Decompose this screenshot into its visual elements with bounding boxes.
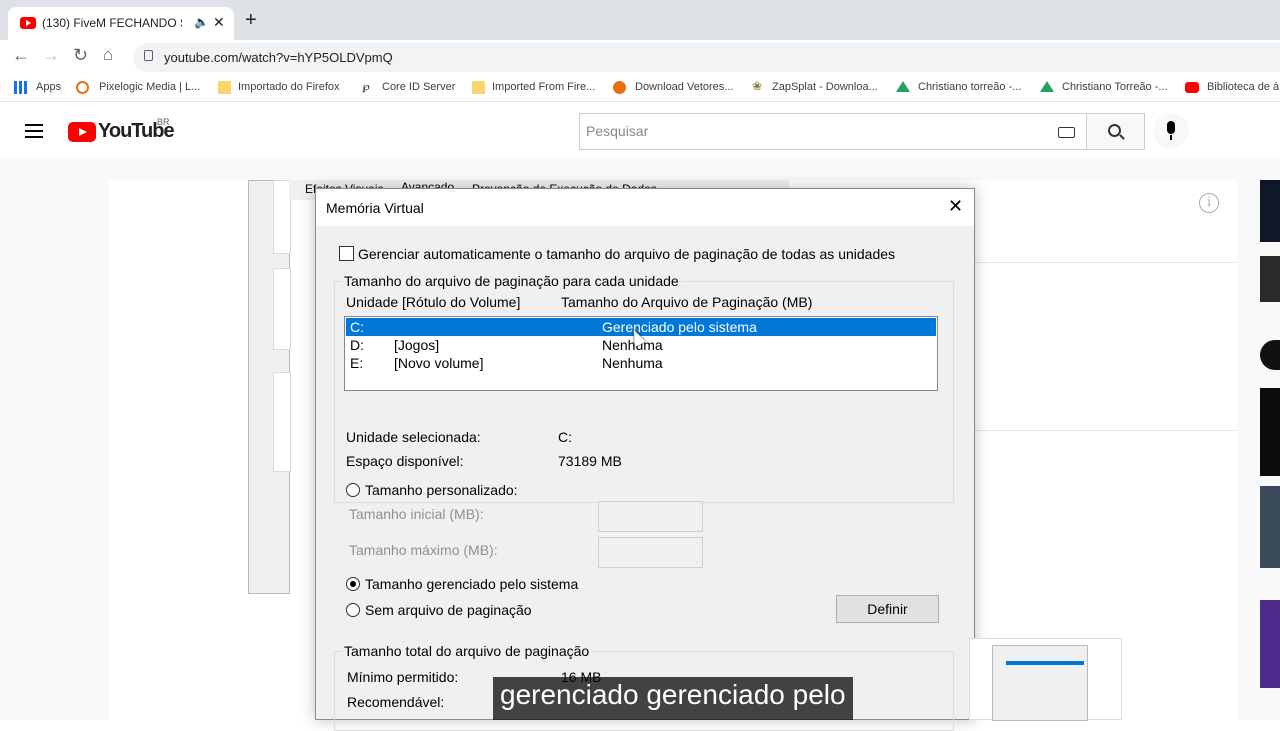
voice-search-button[interactable] — [1153, 113, 1189, 149]
tab-close-icon[interactable]: ✕ — [213, 14, 225, 31]
zapsplat-icon: ❀ — [752, 79, 763, 93]
group-title: Tamanho do arquivo de paginação para cad… — [342, 273, 681, 289]
column-header-size: Tamanho do Arquivo de Paginação (MB) — [561, 294, 813, 310]
folder-icon — [472, 81, 485, 94]
recommended-thumbnail[interactable] — [1260, 180, 1280, 242]
recommended-thumbnail[interactable] — [1260, 486, 1280, 568]
bookmark-biblioteca[interactable]: Biblioteca de á — [1207, 81, 1279, 93]
freepik-icon — [613, 81, 626, 94]
no-paging-label: Sem arquivo de paginação — [365, 602, 532, 618]
pixelogic-icon — [76, 81, 89, 94]
initial-size-label: Tamanho inicial (MB): — [349, 506, 484, 522]
home-icon[interactable]: ⌂ — [103, 45, 113, 65]
column-header-drive: Unidade [Rótulo do Volume] — [346, 294, 521, 310]
divider — [975, 430, 1237, 431]
youtube-favicon-icon — [1185, 82, 1199, 93]
keyboard-icon[interactable] — [1058, 127, 1075, 138]
group-box — [273, 372, 291, 472]
folder-icon — [218, 81, 231, 94]
country-code: BR — [157, 117, 170, 127]
close-icon[interactable]: ✕ — [948, 196, 963, 217]
caption-text: gerenciado gerenciado pelo — [500, 679, 846, 710]
search-input[interactable]: Pesquisar — [579, 113, 1087, 150]
bookmark-christiano-1[interactable]: Christiano torreão -... — [918, 81, 1021, 93]
browser-toolbar: ← → ↻ ⌂ youtube.com/watch?v=hYP5OLDVpmQ — [0, 40, 1280, 74]
recommended-label: Recomendável: — [347, 694, 445, 710]
bookmark-core-id[interactable]: Core ID Server — [382, 81, 455, 93]
new-tab-icon[interactable]: + — [245, 9, 257, 32]
min-allowed-label: Mínimo permitido: — [347, 669, 459, 685]
bookmark-apps[interactable]: Apps — [36, 81, 61, 93]
auto-manage-label: Gerenciar automaticamente o tamanho do a… — [358, 246, 896, 262]
drive-list[interactable]: C: Gerenciado pelo sistema D: [Jogos] Ne… — [344, 316, 938, 391]
bookmark-importado-firefox[interactable]: Importado do Firefox — [238, 81, 340, 93]
youtube-header: YouTube BR Pesquisar — [0, 103, 1280, 159]
dialog-title: Memória Virtual — [326, 200, 424, 216]
bookmarks-bar: Apps Pixelogic Media | L... Importado do… — [0, 74, 1280, 102]
back-icon[interactable]: ← — [12, 45, 30, 66]
divider — [975, 262, 1237, 263]
paging-per-drive-group — [334, 281, 954, 503]
bookmark-zapsplat[interactable]: ZapSplat - Downloa... — [772, 81, 878, 93]
max-size-label: Tamanho máximo (MB): — [349, 542, 498, 558]
selected-drive-label: Unidade selecionada: — [346, 429, 481, 445]
google-drive-icon — [1040, 81, 1054, 92]
free-space-value: 73189 MB — [558, 453, 622, 469]
recommended-thumbnail[interactable] — [1260, 388, 1280, 476]
total-group-title: Tamanho total do arquivo de paginação — [342, 643, 592, 659]
youtube-logo-icon[interactable] — [68, 122, 96, 142]
hamburger-menu-icon[interactable] — [25, 124, 43, 138]
tab-title: (130) FiveM FECHANDO SOZ — [42, 16, 182, 30]
group-box — [273, 268, 291, 350]
search-placeholder: Pesquisar — [586, 123, 649, 139]
video-caption: gerenciado gerenciado pelo — [493, 677, 853, 720]
bookmark-pixelogic[interactable]: Pixelogic Media | L... — [99, 81, 200, 93]
dialog-titlebar: Memória Virtual ✕ — [316, 189, 974, 226]
initial-size-field[interactable] — [598, 501, 703, 532]
bookmark-download-vetores[interactable]: Download Vetores... — [635, 81, 733, 93]
bookmark-imported-firefox[interactable]: Imported From Fire... — [492, 81, 595, 93]
selected-drive-value: C: — [558, 429, 572, 445]
speaker-icon[interactable]: 🔈 — [194, 15, 209, 29]
apps-grid-icon — [14, 81, 27, 94]
microphone-icon — [1167, 121, 1175, 134]
youtube-favicon-icon — [20, 17, 36, 29]
forward-icon[interactable]: → — [42, 45, 60, 66]
custom-size-label: Tamanho personalizado: — [365, 482, 518, 498]
search-button[interactable] — [1086, 113, 1145, 150]
system-managed-radio[interactable] — [346, 577, 360, 591]
no-paging-radio[interactable] — [346, 603, 360, 617]
info-icon[interactable]: i — [1199, 193, 1219, 213]
custom-size-radio[interactable] — [346, 483, 360, 497]
free-space-label: Espaço disponível: — [346, 453, 464, 469]
max-size-field[interactable] — [598, 537, 703, 568]
list-item[interactable]: E: [Novo volume] Nenhuma — [346, 354, 936, 372]
video-preview-thumbnail[interactable] — [969, 638, 1122, 721]
virtual-memory-dialog: Memória Virtual ✕ Gerenciar automaticame… — [315, 188, 975, 731]
lock-icon — [144, 50, 153, 61]
browser-tab[interactable]: (130) FiveM FECHANDO SOZ 🔈 ✕ — [8, 7, 234, 40]
recommended-thumbnail[interactable] — [1260, 256, 1280, 302]
address-bar[interactable]: youtube.com/watch?v=hYP5OLDVpmQ — [133, 43, 1280, 72]
core-id-icon: ℘ — [362, 81, 370, 93]
bookmark-christiano-2[interactable]: Christiano Torreão -... — [1062, 81, 1168, 93]
recommended-thumbnail[interactable] — [1260, 600, 1280, 688]
auto-manage-checkbox[interactable] — [339, 246, 354, 261]
reload-icon[interactable]: ↻ — [73, 45, 88, 66]
set-button[interactable]: Definir — [836, 595, 939, 623]
system-managed-label: Tamanho gerenciado pelo sistema — [365, 576, 579, 592]
url-text: youtube.com/watch?v=hYP5OLDVpmQ — [164, 50, 393, 65]
google-drive-icon — [896, 81, 910, 92]
